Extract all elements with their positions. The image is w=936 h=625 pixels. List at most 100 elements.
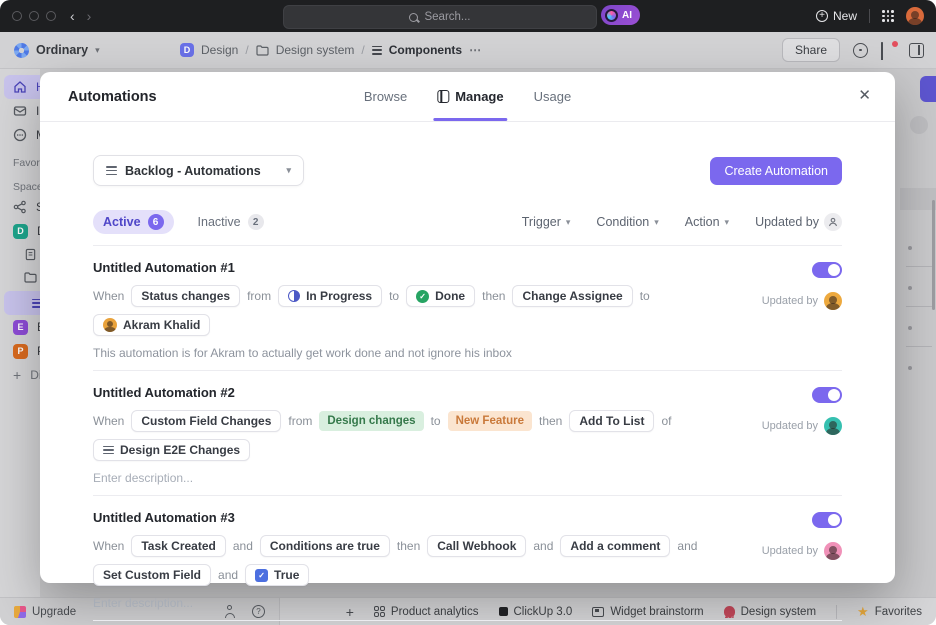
sidebar-item-more[interactable]: More — [0, 123, 40, 147]
filter-trigger[interactable]: Trigger ▾ — [522, 215, 571, 229]
sidebar-item-doc[interactable] — [0, 243, 40, 267]
background-line — [906, 306, 932, 307]
list-icon — [371, 45, 382, 55]
ai-label: AI — [622, 9, 632, 21]
field-value-tag[interactable]: Design changes — [319, 411, 424, 431]
breadcrumb-list[interactable]: Components — [389, 43, 462, 57]
connector-word: of — [661, 414, 672, 428]
automation-chip[interactable]: ✓ Done — [406, 285, 476, 307]
chip-label: Task Created — [141, 539, 216, 553]
share-button[interactable]: Share — [781, 38, 840, 62]
automation-chip[interactable]: Conditions are true — [259, 535, 390, 557]
search-input[interactable]: Search... — [283, 5, 597, 29]
background-dot — [908, 366, 912, 370]
automation-title[interactable]: Untitled Automation #3 — [93, 510, 750, 525]
automation-chip[interactable]: Add To List — [569, 410, 655, 432]
automation-chip[interactable]: Call Webhook — [427, 535, 527, 557]
app-grid-icon[interactable] — [882, 10, 894, 22]
automation-row-controls: Updated by — [750, 258, 842, 360]
automations-modal: Automations Browse Manage Usage ✕ Backlo… — [40, 72, 895, 621]
forward-icon[interactable]: › — [87, 9, 92, 23]
chip-label: Custom Field Changes — [141, 414, 272, 428]
automation-chip[interactable]: Set Custom Field — [93, 564, 212, 586]
chevron-down-icon: ▾ — [286, 165, 291, 175]
tab-manage[interactable]: Manage — [433, 72, 509, 121]
automation-chip[interactable]: Add a comment — [560, 535, 671, 557]
sidebar-item-space-e[interactable]: E Engineering — [0, 315, 40, 339]
sidebar-section-favorites[interactable]: Favorites — [0, 147, 40, 171]
automation-description[interactable]: This automation is for Akram to actually… — [93, 346, 750, 360]
automation-status-icon[interactable] — [853, 42, 868, 58]
automation-chip[interactable]: Status changes — [131, 285, 241, 307]
background-avatar-fragment — [910, 116, 928, 134]
automation-description[interactable]: Enter description... — [93, 596, 750, 610]
updated-by-label: Updated by — [761, 420, 818, 432]
automation-chip[interactable]: ✓ True — [245, 564, 310, 586]
new-button[interactable]: + New — [815, 9, 857, 23]
tab-browse[interactable]: Browse — [364, 72, 407, 121]
window-controls[interactable] — [12, 11, 56, 21]
manage-icon — [437, 90, 450, 103]
background-scrollbar[interactable] — [932, 200, 935, 310]
close-icon[interactable]: ✕ — [858, 88, 871, 103]
breadcrumb-folder[interactable]: Design system — [276, 43, 355, 57]
sidebar-item-shared[interactable]: Shared — [0, 195, 40, 219]
active-count-badge: 6 — [147, 214, 164, 230]
sidebar-item-add[interactable]: + Di — [0, 363, 40, 387]
connector-word: When — [93, 414, 125, 428]
breadcrumb-space[interactable]: Design — [201, 43, 238, 57]
sidebar-item-design-space[interactable]: D Design — [0, 219, 40, 243]
person-icon — [824, 213, 842, 231]
connector-word: and — [677, 539, 698, 553]
background-dot — [908, 326, 912, 330]
tab-inactive[interactable]: Inactive 2 — [188, 210, 274, 234]
background-row-fragment — [900, 188, 936, 210]
more-icon[interactable]: ⋯ — [469, 43, 482, 57]
sidebar-section-spaces[interactable]: Spaces — [0, 171, 40, 195]
back-icon[interactable]: ‹ — [70, 9, 75, 23]
minimize-window-button[interactable] — [29, 11, 39, 21]
workspace-switcher[interactable]: Ordinary ▾ — [14, 42, 100, 58]
location-dropdown[interactable]: Backlog - Automations ▾ — [93, 155, 304, 186]
zoom-window-button[interactable] — [46, 11, 56, 21]
user-avatar[interactable] — [906, 7, 924, 25]
close-window-button[interactable] — [12, 11, 22, 21]
sidebar-toggle-icon[interactable] — [909, 42, 924, 58]
automation-chip[interactable]: Task Created — [131, 535, 226, 557]
updated-by-avatar[interactable] — [824, 292, 842, 310]
tab-active[interactable]: Active 6 — [93, 210, 174, 234]
sidebar-item-inbox[interactable]: Inbox — [0, 99, 40, 123]
automation-chip[interactable]: Change Assignee — [512, 285, 633, 307]
automation-toggle[interactable] — [812, 262, 842, 278]
automation-chip[interactable]: In Progress — [278, 285, 383, 307]
automation-chip[interactable]: Design E2E Changes — [93, 439, 251, 461]
tab-usage[interactable]: Usage — [534, 72, 572, 121]
new-label: New — [832, 9, 857, 23]
automation-row-controls: Updated by — [750, 383, 842, 485]
notifications-icon[interactable] — [881, 40, 898, 60]
automation-title[interactable]: Untitled Automation #1 — [93, 260, 750, 275]
gift-icon — [14, 605, 26, 618]
sidebar-item-space-p[interactable]: P Product — [0, 339, 40, 363]
sidebar-item-components-list[interactable] — [4, 291, 40, 315]
automation-toggle[interactable] — [812, 387, 842, 403]
automation-toggle[interactable] — [812, 512, 842, 528]
status-done-icon: ✓ — [416, 289, 430, 303]
filter-action[interactable]: Action ▾ — [685, 215, 729, 229]
chip-label: Done — [435, 289, 466, 303]
ai-button[interactable]: AI — [601, 5, 640, 25]
sidebar-item-home[interactable]: Home — [4, 75, 40, 99]
sidebar-item-folder[interactable] — [0, 267, 40, 291]
home-icon — [13, 80, 27, 94]
automation-chip[interactable]: Akram Khalid — [93, 314, 211, 336]
filter-updated-by[interactable]: Updated by — [755, 213, 842, 231]
field-value-tag[interactable]: New Feature — [447, 411, 532, 431]
automation-title[interactable]: Untitled Automation #2 — [93, 385, 750, 400]
create-automation-button[interactable]: Create Automation — [710, 156, 842, 185]
updated-by-avatar[interactable] — [824, 542, 842, 560]
automation-chip[interactable]: Custom Field Changes — [131, 410, 282, 432]
automation-description[interactable]: Enter description... — [93, 471, 750, 485]
breadcrumb-separator: / — [245, 43, 249, 57]
updated-by-avatar[interactable] — [824, 417, 842, 435]
filter-condition[interactable]: Condition ▾ — [596, 215, 658, 229]
